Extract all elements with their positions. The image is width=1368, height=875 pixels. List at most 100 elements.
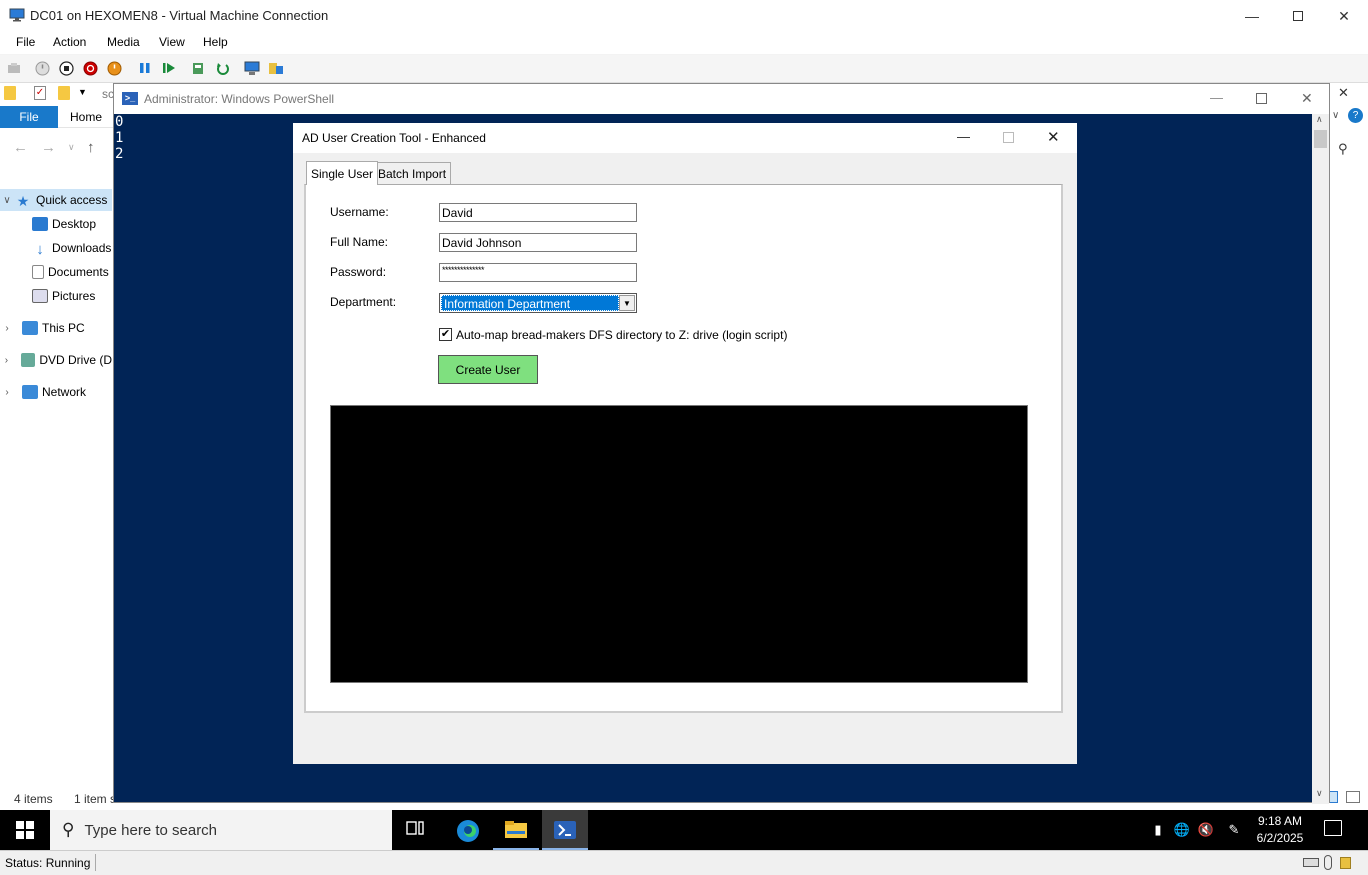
taskbar-search-box[interactable]: ⚲ Type here to search [50,810,392,850]
resume-icon[interactable] [161,60,177,76]
vm-close-button[interactable]: ✕ [1321,0,1367,32]
globe-network-icon[interactable]: 🌐 [1173,822,1191,838]
automap-checkbox[interactable]: ✔ [439,328,452,341]
shut-down-icon[interactable] [82,60,98,76]
help-icon[interactable]: ? [1348,108,1363,123]
nav-documents[interactable]: Documents [0,261,112,283]
checkpoint-icon[interactable] [190,60,206,76]
username-input[interactable]: David [439,203,637,222]
chevron-right-icon: › [5,322,9,334]
mouse-icon [1324,855,1332,870]
notifications-icon[interactable] [1324,820,1342,836]
ribbon-expand-icon[interactable]: ∨ [1332,110,1339,121]
dvd-drive-icon [20,353,36,367]
menu-media[interactable]: Media [107,35,140,49]
back-arrow-icon[interactable]: ← [13,139,28,156]
turn-off-icon[interactable] [58,60,74,76]
power-icon[interactable] [106,60,122,76]
pause-icon[interactable] [137,60,153,76]
speaker-muted-icon[interactable]: 🔇 [1197,822,1215,838]
file-explorer-button[interactable] [493,810,539,850]
nav-this-pc[interactable]: › This PC [0,317,112,339]
clock-date: 6/2/2025 [1256,831,1304,845]
folder-icon [4,86,16,100]
powershell-scrollbar[interactable]: ∧ ∨ [1312,114,1329,804]
menu-help[interactable]: Help [203,35,228,49]
ps-maximize-button[interactable] [1256,93,1267,104]
taskbar-clock[interactable]: 9:18 AM 6/2/2025 [1240,813,1320,847]
nav-dvd-drive[interactable]: › DVD Drive (D [0,349,112,371]
ps-output-line: 1 [115,130,124,146]
task-view-icon [406,821,424,835]
properties-icon[interactable]: ✓ [34,86,46,100]
new-folder-icon[interactable] [58,86,70,100]
revert-icon[interactable] [215,60,231,76]
explorer-right-edge: ✕ ∨ ? ⚲ [1324,83,1368,810]
powershell-titlebar: >_ Administrator: Windows PowerShell — ✕ [114,84,1329,114]
forward-arrow-icon[interactable]: → [41,139,56,156]
tab-batch-import[interactable]: Batch Import [373,162,452,184]
ad-minimize-button[interactable]: — [957,129,970,144]
ps-minimize-button[interactable]: — [1210,90,1223,105]
explorer-file-tab[interactable]: File [0,106,58,128]
ctrl-alt-del-icon[interactable] [6,60,22,76]
lock-icon [1340,857,1351,869]
scroll-down-icon[interactable]: ∨ [1316,788,1323,799]
explorer-nav-pane: ∨ ★ Quick access Desktop ↓ Downloads Doc… [0,185,112,405]
recent-dropdown-icon[interactable]: ∨ [68,142,75,153]
clock-time: 9:18 AM [1257,814,1303,828]
tab-single-user[interactable]: Single User [306,161,379,185]
fullname-input[interactable]: David Johnson [439,233,637,252]
scroll-up-icon[interactable]: ∧ [1316,114,1323,125]
start-vm-icon[interactable] [34,60,50,76]
edge-button[interactable] [455,818,481,844]
password-input[interactable]: ************** [439,263,637,282]
customize-dropdown-icon[interactable]: ▼ [78,87,87,97]
desktop-icon [32,217,48,231]
menu-view[interactable]: View [159,35,185,49]
task-view-button[interactable] [405,820,429,840]
nav-desktop[interactable]: Desktop [0,213,112,235]
up-arrow-icon[interactable]: ↑ [87,139,95,156]
search-icon[interactable]: ⚲ [1338,141,1348,157]
nav-downloads[interactable]: ↓ Downloads [0,237,112,259]
powershell-icon: >_ [122,92,138,105]
ad-close-button[interactable]: ✕ [1047,128,1060,146]
ad-maximize-button [1003,132,1014,143]
nav-network[interactable]: › Network [0,381,112,403]
explorer-home-tab[interactable]: Home [70,110,102,124]
department-select[interactable]: Information Department ▼ [439,293,637,313]
start-button[interactable] [0,810,50,850]
share-icon[interactable] [268,60,284,76]
large-icons-view-icon[interactable] [1346,791,1360,803]
menu-action[interactable]: Action [53,35,86,49]
vm-maximize-button[interactable] [1275,0,1321,32]
create-user-button[interactable]: Create User [438,355,538,384]
ps-close-button[interactable]: ✕ [1301,90,1313,107]
vm-minimize-button[interactable]: — [1229,0,1275,32]
ad-tool-window: AD User Creation Tool - Enhanced — ✕ Sin… [293,123,1077,764]
taskbar: ⚲ Type here to search ▮ 🌐 🔇 ✎ 9:18 AM 6/… [0,810,1368,850]
explorer-close-icon[interactable]: ✕ [1338,85,1349,101]
powershell-icon [554,821,576,839]
network-icon [22,385,38,399]
vm-statusbar: Status: Running [0,850,1368,875]
menu-file[interactable]: File [16,35,35,49]
username-label: Username: [330,205,389,219]
powershell-taskbar-button[interactable] [542,810,588,850]
chevron-down-icon[interactable]: ▼ [619,295,635,311]
powershell-output: 0 1 2 [115,114,123,162]
department-selected-value: Information Department [441,295,619,311]
scroll-thumb[interactable] [1314,130,1327,148]
nav-quick-access[interactable]: ∨ ★ Quick access [0,189,112,211]
battery-icon[interactable]: ▮ [1149,822,1167,838]
nav-pictures[interactable]: Pictures [0,285,112,307]
pictures-icon [32,289,48,303]
search-placeholder: Type here to search [84,821,218,839]
close-icon: ✕ [1338,7,1350,24]
password-label: Password: [330,265,387,279]
edge-icon [457,820,479,842]
ad-tool-title: AD User Creation Tool - Enhanced [302,131,486,145]
enhanced-session-icon[interactable] [244,60,260,76]
search-icon: ⚲ [62,820,75,839]
